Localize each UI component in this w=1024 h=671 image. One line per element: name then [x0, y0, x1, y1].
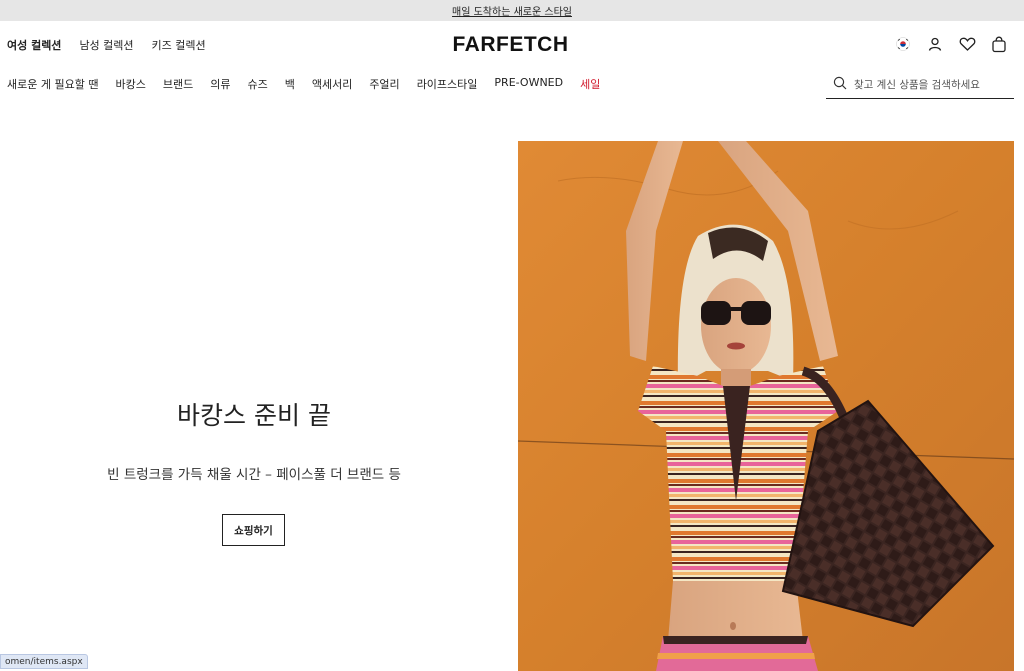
header-icons	[894, 35, 1008, 53]
category-pre-owned[interactable]: PRE-OWNED	[494, 76, 563, 92]
nav-men[interactable]: 남성 컬렉션	[79, 37, 133, 53]
category-brands[interactable]: 브랜드	[163, 76, 193, 92]
shopping-bag-icon[interactable]	[990, 35, 1008, 53]
gender-nav: 여성 컬렉션 남성 컬렉션 키즈 컬렉션	[7, 37, 206, 53]
korea-flag-icon[interactable]	[894, 35, 912, 53]
farfetch-logo[interactable]: FARFETCH	[438, 32, 583, 58]
search-input[interactable]	[854, 78, 1014, 91]
category-shoes[interactable]: 슈즈	[247, 76, 267, 92]
category-new[interactable]: 새로운 게 필요할 땐	[7, 76, 98, 92]
category-jewelry[interactable]: 주얼리	[369, 76, 399, 92]
category-bags[interactable]: 백	[285, 76, 295, 92]
search-icon[interactable]	[833, 75, 847, 94]
category-nav: 새로운 게 필요할 땐 바캉스 브랜드 의류 슈즈 백 액세서리 주얼리 라이프…	[7, 76, 600, 92]
search-box	[826, 71, 1014, 99]
category-accessories[interactable]: 액세서리	[312, 76, 352, 92]
category-vacation[interactable]: 바캉스	[115, 76, 145, 92]
hero-image[interactable]	[518, 141, 1014, 671]
hero-subtitle: 빈 트렁크를 가득 채울 시간 – 페이스풀 더 브랜드 등	[107, 467, 401, 483]
promo-link[interactable]: 매일 도착하는 새로운 스타일	[452, 3, 572, 18]
nav-kids[interactable]: 키즈 컬렉션	[152, 37, 206, 53]
hero-title: 바캉스 준비 끝	[177, 401, 331, 430]
category-clothing[interactable]: 의류	[210, 76, 230, 92]
category-lifestyle[interactable]: 라이프스타일	[417, 76, 478, 92]
promo-banner: 매일 도착하는 새로운 스타일	[0, 0, 1024, 21]
wishlist-heart-icon[interactable]	[958, 35, 976, 53]
account-icon[interactable]	[926, 35, 944, 53]
hero-text-panel: 바캉스 준비 끝 빈 트렁크를 가득 채울 시간 – 페이스풀 더 브랜드 등 …	[0, 141, 518, 671]
category-sale[interactable]: 세일	[580, 76, 600, 92]
shop-now-button[interactable]: 쇼핑하기	[222, 514, 285, 546]
status-bar-url: omen/items.aspx	[0, 654, 88, 669]
nav-women[interactable]: 여성 컬렉션	[7, 37, 61, 53]
